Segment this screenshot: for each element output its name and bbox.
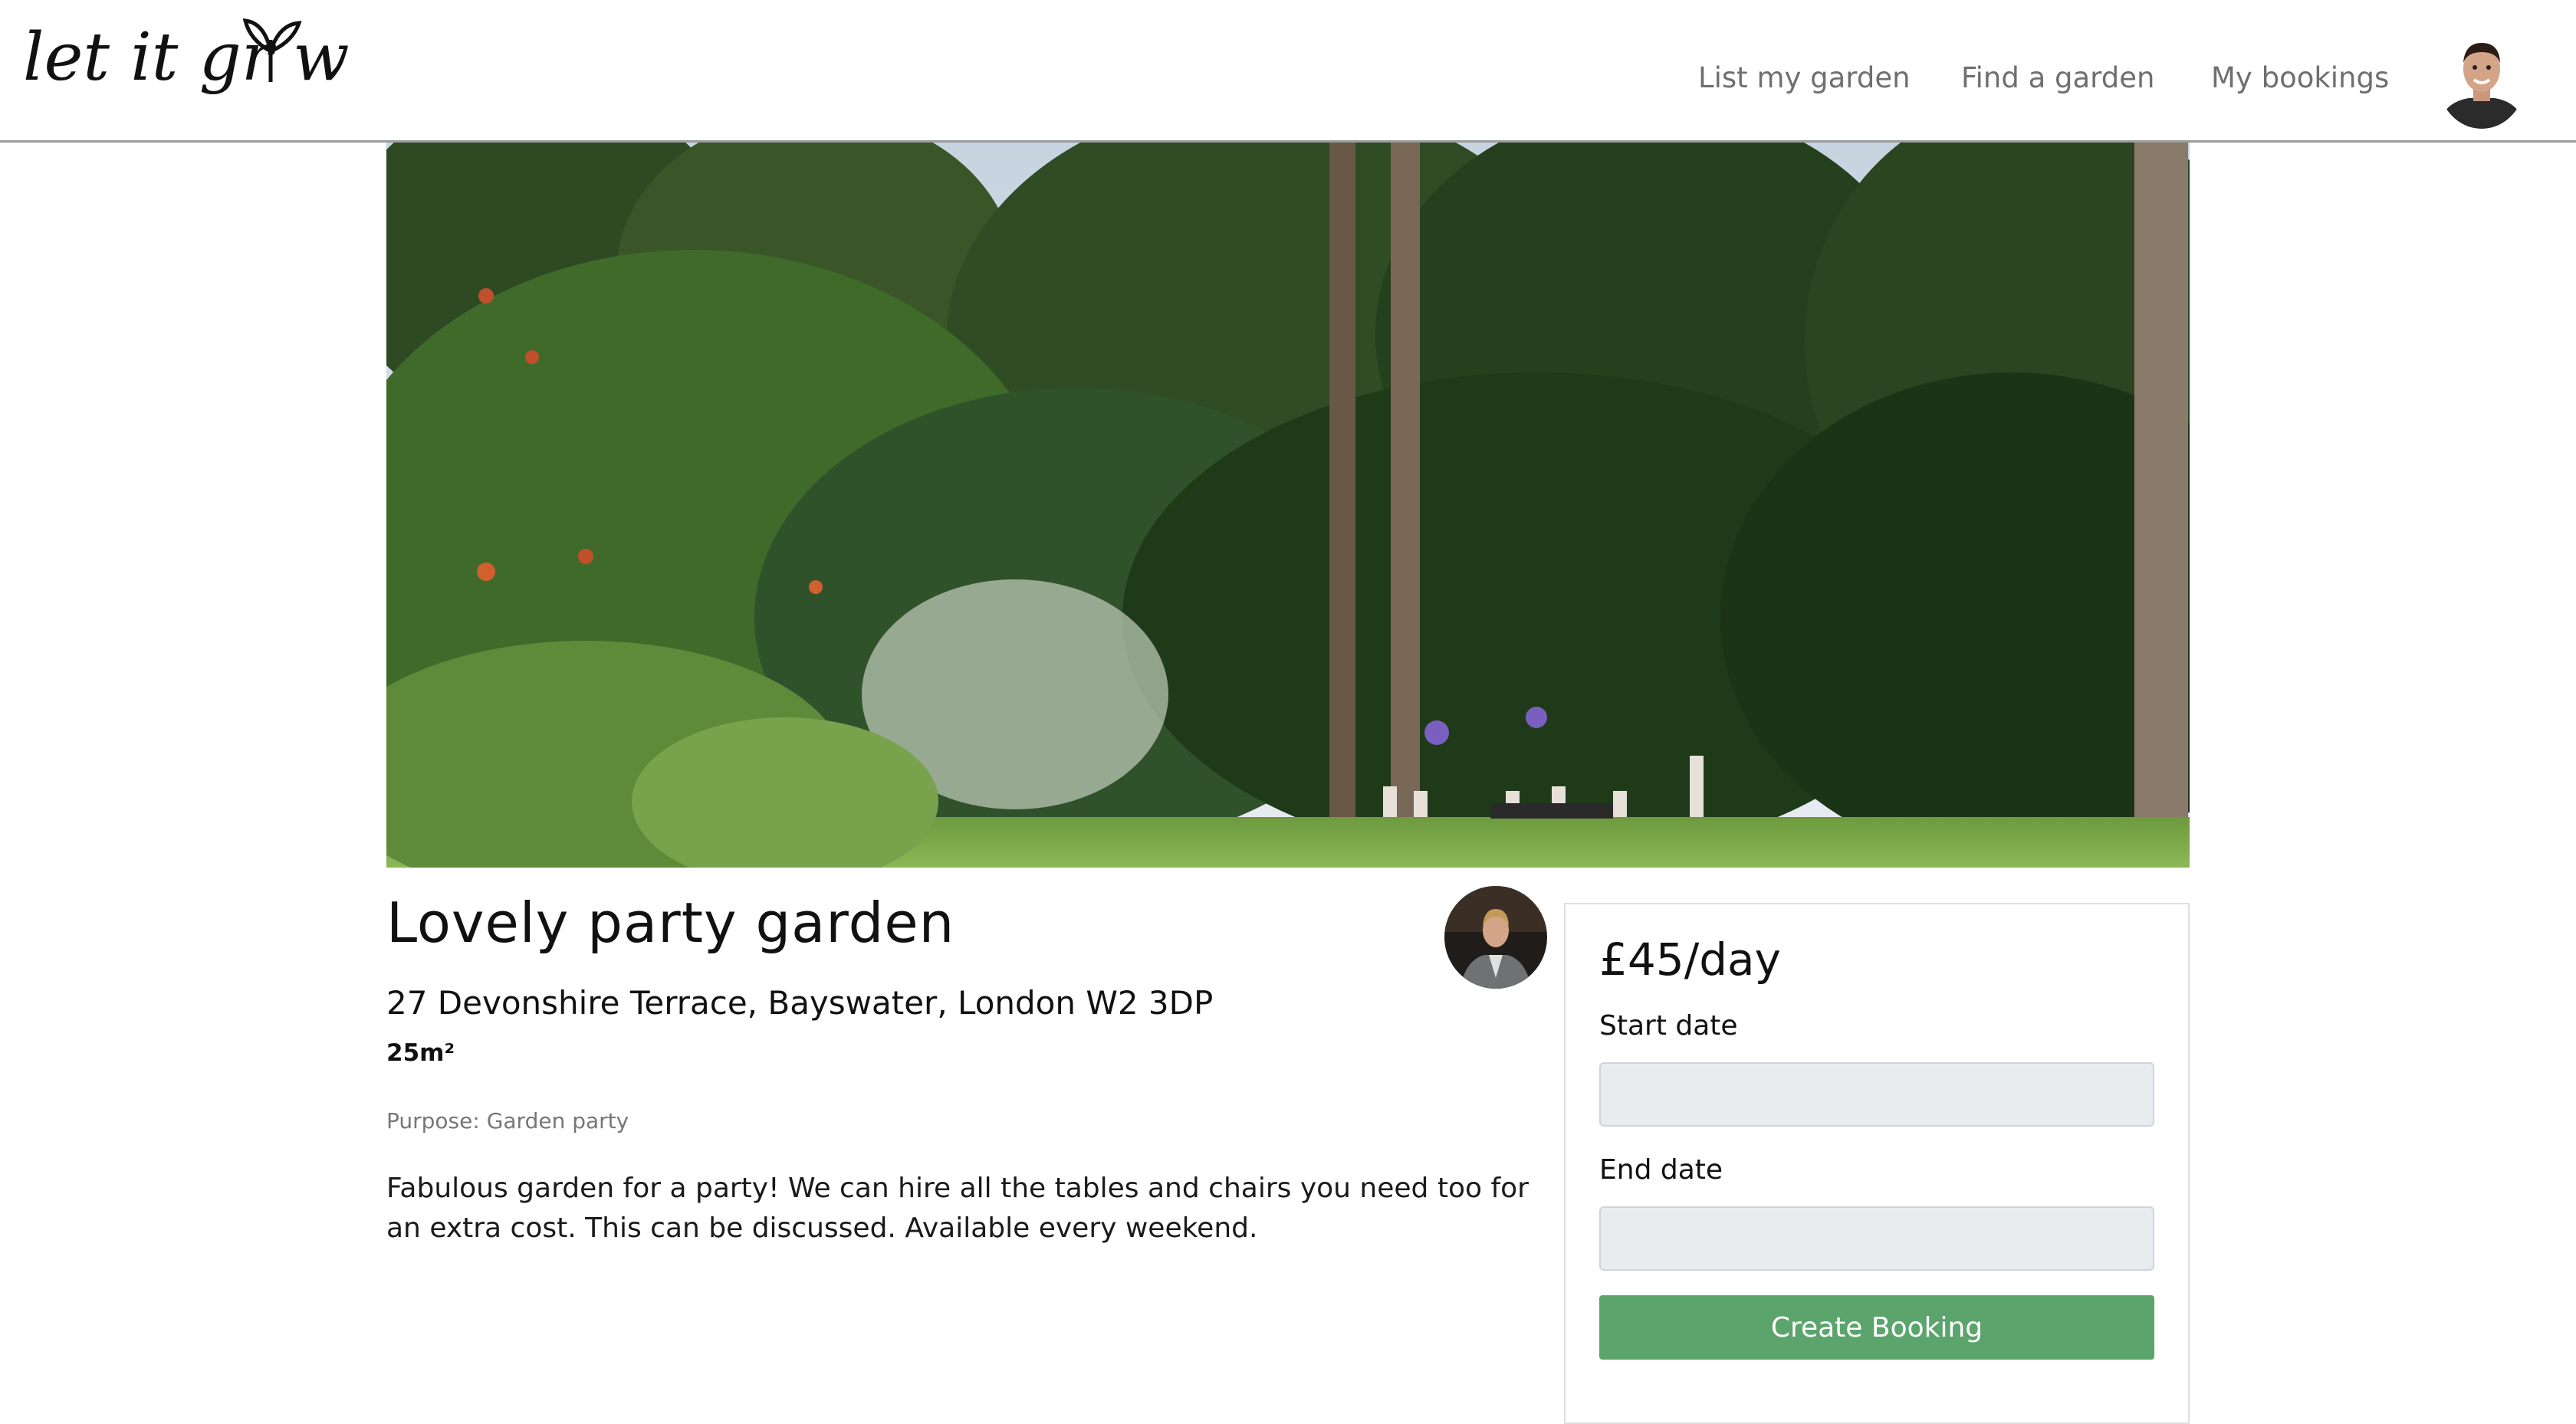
booking-card: £45/day Start date End date Create Booki… xyxy=(1564,903,2190,1424)
user-avatar[interactable] xyxy=(2438,32,2525,129)
end-date-label: End date xyxy=(1599,1154,1723,1186)
price-per-day: £45/day xyxy=(1599,933,1781,986)
listing-purpose: Purpose: Garden party xyxy=(386,1108,629,1134)
garden-hero-image xyxy=(386,143,2190,868)
garden-photo xyxy=(386,143,2190,868)
svg-text:let it gr: let it gr xyxy=(23,19,277,96)
nav-my-bookings[interactable]: My bookings xyxy=(2211,61,2389,94)
svg-text:w: w xyxy=(293,19,350,96)
nav-find-a-garden[interactable]: Find a garden xyxy=(1961,61,2154,94)
navbar: let it gr w List my garden Find a garden… xyxy=(0,0,2576,143)
host-avatar[interactable] xyxy=(1444,886,1547,989)
listing-title: Lovely party garden xyxy=(386,891,955,955)
nav-list-my-garden[interactable]: List my garden xyxy=(1698,61,1911,94)
user-avatar-image xyxy=(2438,32,2525,129)
create-booking-button[interactable]: Create Booking xyxy=(1599,1295,2154,1360)
brand-logo[interactable]: let it gr w xyxy=(23,9,353,124)
start-date-label: Start date xyxy=(1599,1010,1738,1042)
listing-description: Fabulous garden for a party! We can hire… xyxy=(386,1173,1529,1244)
listing-address: 27 Devonshire Terrace, Bayswater, London… xyxy=(386,984,1214,1022)
start-date-input[interactable] xyxy=(1599,1062,2154,1127)
host-avatar-image xyxy=(1444,886,1547,989)
logo-graphic: let it gr w xyxy=(23,18,350,96)
listing-size: 25m² xyxy=(386,1039,455,1067)
end-date-input[interactable] xyxy=(1599,1206,2154,1271)
